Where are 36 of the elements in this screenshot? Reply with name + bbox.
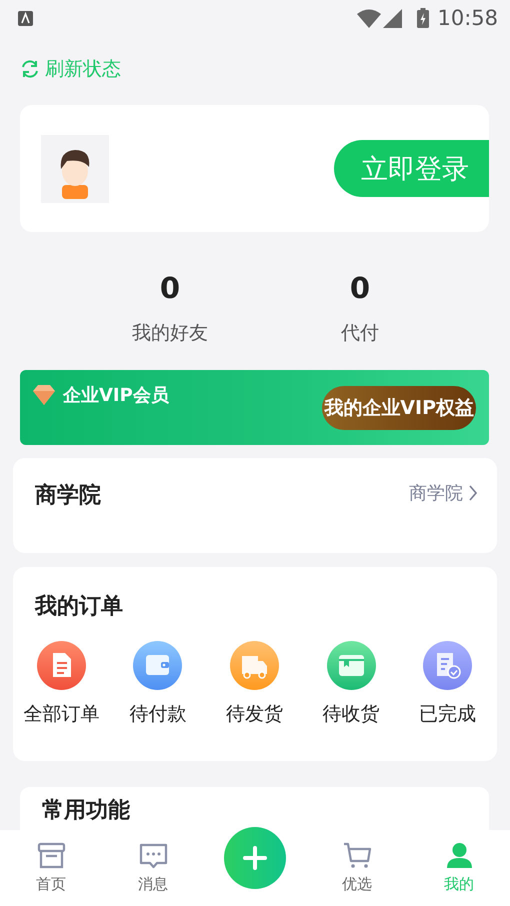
document-icon xyxy=(36,641,86,690)
wifi-icon xyxy=(357,8,382,28)
tab[interactable]: 优选 xyxy=(306,830,408,906)
order-status-item[interactable]: 已完成 xyxy=(399,641,496,727)
order-status-item[interactable]: 全部订单 xyxy=(13,641,110,727)
tab[interactable]: 消息 xyxy=(102,830,204,906)
diamond-icon xyxy=(33,385,55,405)
stat-label: 代付 xyxy=(341,321,379,346)
chevron-right-icon xyxy=(469,485,477,501)
business-school-link[interactable]: 商学院 xyxy=(409,481,477,505)
avatar-icon xyxy=(41,134,109,202)
clock: 10:58 xyxy=(437,6,498,30)
checklist-icon xyxy=(423,641,472,690)
truck-icon xyxy=(230,641,279,690)
home-icon xyxy=(36,842,66,870)
refresh-icon xyxy=(20,59,40,79)
section-title: 常用功能 xyxy=(42,798,130,823)
battery-icon xyxy=(417,8,430,28)
tab[interactable]: 首页 xyxy=(0,830,102,906)
wallet-icon xyxy=(133,641,182,690)
section-title: 商学院 xyxy=(35,482,101,510)
order-status-item[interactable]: 待发货 xyxy=(206,641,303,727)
order-status-item[interactable]: 待收货 xyxy=(302,641,400,727)
section-title: 我的订单 xyxy=(35,593,124,621)
stat-value: 0 xyxy=(350,270,370,306)
notification-icon xyxy=(18,10,33,26)
stat-value: 0 xyxy=(160,270,180,306)
plus-icon xyxy=(243,846,267,870)
order-status-item[interactable]: 待付款 xyxy=(110,641,206,727)
vip-benefits-button[interactable]: 我的企业VIP权益 xyxy=(322,386,476,430)
box-icon xyxy=(326,641,376,690)
vip-title: 企业VIP会员 xyxy=(63,384,169,407)
message-icon xyxy=(138,842,168,870)
stat-label: 我的好友 xyxy=(132,321,208,346)
profile-icon xyxy=(444,842,474,870)
cart-icon xyxy=(342,842,372,870)
